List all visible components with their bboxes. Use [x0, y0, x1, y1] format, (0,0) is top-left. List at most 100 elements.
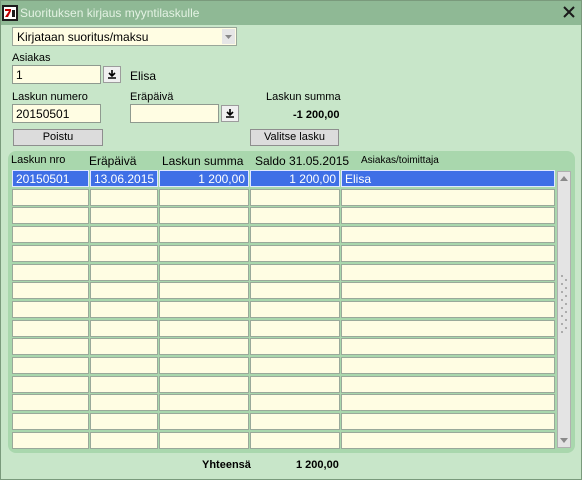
- mode-select[interactable]: Kirjataan suoritus/maksu: [12, 27, 237, 46]
- table-cell-due-date[interactable]: [90, 264, 158, 281]
- table-cell-customer[interactable]: [341, 226, 555, 243]
- table-cell-balance[interactable]: [250, 413, 340, 430]
- table-cell-due-date[interactable]: [90, 301, 158, 318]
- table-cell-invoice-no[interactable]: [12, 282, 89, 299]
- due-date-field[interactable]: [130, 104, 219, 123]
- column-header-customer: Asiakas/toimittaja: [361, 155, 439, 166]
- table-cell-invoice-sum[interactable]: [159, 301, 249, 318]
- mode-select-value: Kirjataan suoritus/maksu: [17, 30, 149, 44]
- table-cell-balance[interactable]: [250, 189, 340, 206]
- scroll-grip-icon[interactable]: [560, 272, 568, 338]
- table-cell-invoice-no[interactable]: [12, 245, 89, 262]
- table-cell-invoice-no[interactable]: 20150501: [12, 170, 89, 187]
- table-cell-invoice-sum[interactable]: [159, 357, 249, 374]
- table-cell-customer[interactable]: [341, 207, 555, 224]
- table-cell-invoice-no[interactable]: [12, 394, 89, 411]
- table-cell-invoice-no[interactable]: [12, 226, 89, 243]
- table-cell-due-date[interactable]: [90, 320, 158, 337]
- table-cell-customer[interactable]: [341, 301, 555, 318]
- table-cell-due-date[interactable]: [90, 338, 158, 355]
- customer-field[interactable]: 1: [12, 65, 101, 84]
- customer-label: Asiakas: [12, 52, 51, 64]
- chevron-down-icon[interactable]: [222, 29, 235, 44]
- table-cell-invoice-sum[interactable]: [159, 264, 249, 281]
- close-icon[interactable]: [561, 4, 577, 20]
- table-cell-balance[interactable]: [250, 338, 340, 355]
- table-cell-customer[interactable]: [341, 245, 555, 262]
- table-cell-due-date[interactable]: [90, 413, 158, 430]
- exit-button[interactable]: Poistu: [13, 129, 103, 146]
- table-cell-due-date[interactable]: [90, 394, 158, 411]
- table-cell-invoice-sum[interactable]: [159, 376, 249, 393]
- table-cell-due-date[interactable]: [90, 226, 158, 243]
- table-cell-invoice-sum[interactable]: [159, 226, 249, 243]
- title-bar[interactable]: Suorituksen kirjaus myyntilaskulle: [1, 1, 581, 25]
- select-invoice-button[interactable]: Valitse lasku: [250, 129, 339, 146]
- table-cell-balance[interactable]: [250, 282, 340, 299]
- scroll-down-icon[interactable]: [558, 433, 570, 447]
- table-cell-balance[interactable]: [250, 264, 340, 281]
- table-cell-invoice-sum[interactable]: [159, 394, 249, 411]
- table-scrollbar[interactable]: [557, 171, 571, 448]
- table-cell-due-date[interactable]: 13.06.2015: [90, 170, 158, 187]
- table-cell-invoice-sum[interactable]: [159, 207, 249, 224]
- table-cell-customer[interactable]: [341, 282, 555, 299]
- table-cell-customer[interactable]: [341, 432, 555, 449]
- table-cell-balance[interactable]: [250, 226, 340, 243]
- due-date-lov-button[interactable]: [221, 105, 239, 122]
- table-cell-customer[interactable]: [341, 357, 555, 374]
- table-cell-invoice-sum[interactable]: [159, 320, 249, 337]
- invoice-number-field[interactable]: 20150501: [12, 104, 101, 123]
- table-cell-invoice-no[interactable]: [12, 338, 89, 355]
- table-cell-invoice-sum[interactable]: [159, 338, 249, 355]
- table-cell-customer[interactable]: [341, 338, 555, 355]
- table-cell-balance[interactable]: [250, 301, 340, 318]
- table-cell-customer[interactable]: [341, 320, 555, 337]
- table-cell-invoice-no[interactable]: [12, 376, 89, 393]
- app-icon: [2, 5, 18, 21]
- table-cell-balance[interactable]: [250, 207, 340, 224]
- table-cell-invoice-no[interactable]: [12, 413, 89, 430]
- table-cell-due-date[interactable]: [90, 245, 158, 262]
- table-cell-balance[interactable]: [250, 320, 340, 337]
- scroll-up-icon[interactable]: [558, 172, 570, 186]
- invoice-sum-label: Laskun summa: [266, 91, 341, 103]
- table-cell-due-date[interactable]: [90, 357, 158, 374]
- table-cell-customer[interactable]: [341, 264, 555, 281]
- table-cell-invoice-sum[interactable]: [159, 282, 249, 299]
- invoice-sum-value: -1 200,00: [293, 109, 340, 121]
- table-cell-due-date[interactable]: [90, 432, 158, 449]
- table-cell-invoice-no[interactable]: [12, 189, 89, 206]
- column-header-invoice-sum: Laskun summa: [162, 154, 244, 168]
- table-cell-customer[interactable]: Elisa: [341, 170, 555, 187]
- customer-lov-button[interactable]: [103, 66, 121, 83]
- table-cell-invoice-no[interactable]: [12, 264, 89, 281]
- table-cell-invoice-sum[interactable]: [159, 189, 249, 206]
- table-cell-balance[interactable]: 1 200,00: [250, 170, 340, 187]
- table-cell-invoice-sum[interactable]: 1 200,00: [159, 170, 249, 187]
- table-cell-due-date[interactable]: [90, 376, 158, 393]
- table-cell-invoice-sum[interactable]: [159, 245, 249, 262]
- table-cell-customer[interactable]: [341, 413, 555, 430]
- table-cell-invoice-sum[interactable]: [159, 432, 249, 449]
- total-value: 1 200,00: [296, 459, 339, 471]
- table-cell-balance[interactable]: [250, 245, 340, 262]
- list-down-icon: [108, 70, 116, 79]
- table-cell-invoice-no[interactable]: [12, 432, 89, 449]
- table-cell-customer[interactable]: [341, 376, 555, 393]
- column-header-due-date: Eräpäivä: [89, 154, 137, 168]
- table-cell-customer[interactable]: [341, 394, 555, 411]
- table-cell-balance[interactable]: [250, 357, 340, 374]
- table-cell-customer[interactable]: [341, 189, 555, 206]
- table-cell-due-date[interactable]: [90, 282, 158, 299]
- table-cell-invoice-no[interactable]: [12, 301, 89, 318]
- table-cell-balance[interactable]: [250, 394, 340, 411]
- table-cell-balance[interactable]: [250, 376, 340, 393]
- table-cell-invoice-no[interactable]: [12, 207, 89, 224]
- table-cell-due-date[interactable]: [90, 189, 158, 206]
- table-cell-invoice-no[interactable]: [12, 357, 89, 374]
- table-cell-invoice-sum[interactable]: [159, 413, 249, 430]
- table-cell-due-date[interactable]: [90, 207, 158, 224]
- table-cell-invoice-no[interactable]: [12, 320, 89, 337]
- table-cell-balance[interactable]: [250, 432, 340, 449]
